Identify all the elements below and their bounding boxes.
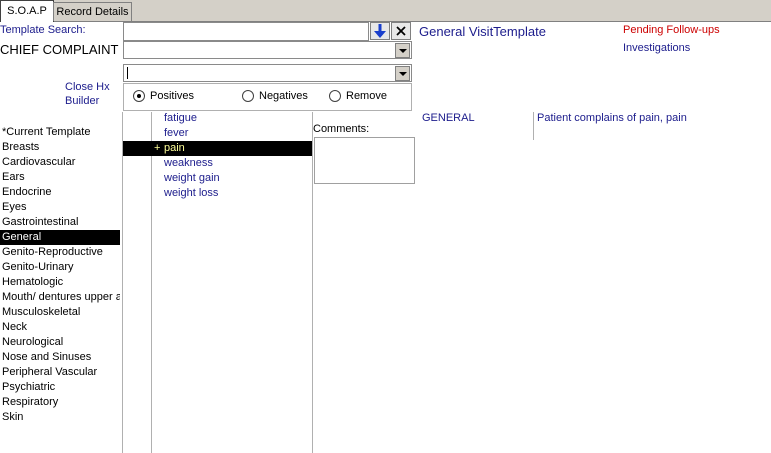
sidebar-item-eyes[interactable]: Eyes xyxy=(0,200,120,215)
sidebar-item-ears[interactable]: Ears xyxy=(0,170,120,185)
comments-textarea[interactable] xyxy=(314,137,415,184)
radio-remove[interactable]: Remove xyxy=(329,90,387,102)
chevron-down-icon[interactable] xyxy=(395,66,410,81)
text-cursor xyxy=(127,67,128,79)
sidebar-item-peripheral-vascular[interactable]: Peripheral Vascular xyxy=(0,365,120,380)
symptom-positive-mark: + xyxy=(154,142,161,154)
finding-type-radio-group: Positives Negatives Remove xyxy=(123,83,412,111)
divider xyxy=(312,112,313,453)
sidebar-item-skin[interactable]: Skin xyxy=(0,410,120,425)
symptom-list: fatigue fever + pain weakness weight gai… xyxy=(123,111,312,452)
close-hx-builder-link[interactable]: Close Hx Builder xyxy=(65,80,110,108)
tab-record-details[interactable]: Record Details xyxy=(53,2,132,21)
summary-section-heading: GENERAL xyxy=(422,112,475,124)
divider xyxy=(533,112,534,140)
symptom-item-weakness[interactable]: weakness xyxy=(123,156,312,171)
chief-complaint-dropdown[interactable] xyxy=(123,41,412,59)
radio-positives[interactable]: Positives xyxy=(133,90,194,102)
tab-bar: S.O.A.P Record Details xyxy=(0,0,771,22)
radio-negatives-label: Negatives xyxy=(259,90,308,102)
symptom-item-weight-gain[interactable]: weight gain xyxy=(123,171,312,186)
close-hx-line1: Close Hx xyxy=(65,81,110,93)
sidebar-item-neck[interactable]: Neck xyxy=(0,320,120,335)
symptom-item-weight-loss[interactable]: weight loss xyxy=(123,186,312,201)
radio-negatives[interactable]: Negatives xyxy=(242,90,308,102)
sidebar-item-psychiatric[interactable]: Psychiatric xyxy=(0,380,120,395)
sidebar-item-endocrine[interactable]: Endocrine xyxy=(0,185,120,200)
sidebar-item-hematologic[interactable]: Hematologic xyxy=(0,275,120,290)
symptom-label: pain xyxy=(164,142,185,154)
sidebar-item-mouth-dentures[interactable]: Mouth/ dentures upper a xyxy=(0,290,120,305)
template-title: General VisitTemplate xyxy=(419,24,546,39)
symptom-label: weight loss xyxy=(164,187,219,199)
chevron-down-icon[interactable] xyxy=(395,43,410,58)
chief-complaint-label: CHIEF COMPLAINT xyxy=(0,42,119,57)
symptom-item-fever[interactable]: fever xyxy=(123,126,312,141)
template-search-input[interactable] xyxy=(123,22,369,41)
sidebar-item-musculoskeletal[interactable]: Musculoskeletal xyxy=(0,305,120,320)
symptom-label: fever xyxy=(164,127,189,139)
sidebar-item-cardiovascular[interactable]: Cardiovascular xyxy=(0,155,120,170)
radio-positives-label: Positives xyxy=(150,90,195,102)
radio-remove-label: Remove xyxy=(346,90,387,102)
radio-unchecked-icon xyxy=(242,90,254,102)
sidebar-item-current-template[interactable]: *Current Template xyxy=(0,125,120,140)
symptom-item-pain[interactable]: + pain xyxy=(123,141,312,156)
pending-followups-link[interactable]: Pending Follow-ups xyxy=(623,24,720,36)
radio-unchecked-icon xyxy=(329,90,341,102)
comments-label: Comments: xyxy=(313,123,370,135)
sidebar-item-nose-and-sinuses[interactable]: Nose and Sinuses xyxy=(0,350,120,365)
summary-text: Patient complains of pain, pain xyxy=(537,112,687,124)
sidebar-item-genito-reproductive[interactable]: Genito-Reproductive xyxy=(0,245,120,260)
sidebar-item-gastrointestinal[interactable]: Gastrointestinal xyxy=(0,215,120,230)
radio-checked-icon xyxy=(133,90,145,102)
symptom-label: weight gain xyxy=(164,172,220,184)
sidebar-item-general[interactable]: General xyxy=(0,230,120,245)
sidebar-item-breasts[interactable]: Breasts xyxy=(0,140,120,155)
template-search-label: Template Search: xyxy=(0,24,86,36)
sidebar-item-genito-urinary[interactable]: Genito-Urinary xyxy=(0,260,120,275)
symptom-label: weakness xyxy=(164,157,213,169)
investigations-link[interactable]: Investigations xyxy=(623,42,690,54)
download-arrow-icon[interactable] xyxy=(370,22,390,40)
symptom-label: fatigue xyxy=(164,112,198,124)
history-dropdown[interactable] xyxy=(123,64,412,82)
category-list: *Current Template Breasts Cardiovascular… xyxy=(0,112,120,453)
sidebar-item-neurological[interactable]: Neurological xyxy=(0,335,120,350)
tab-soap[interactable]: S.O.A.P xyxy=(0,0,54,22)
sidebar-item-respiratory[interactable]: Respiratory xyxy=(0,395,120,410)
close-hx-line2: Builder xyxy=(65,95,100,107)
symptom-item-fatigue[interactable]: fatigue xyxy=(123,111,312,126)
close-icon[interactable] xyxy=(391,22,411,40)
